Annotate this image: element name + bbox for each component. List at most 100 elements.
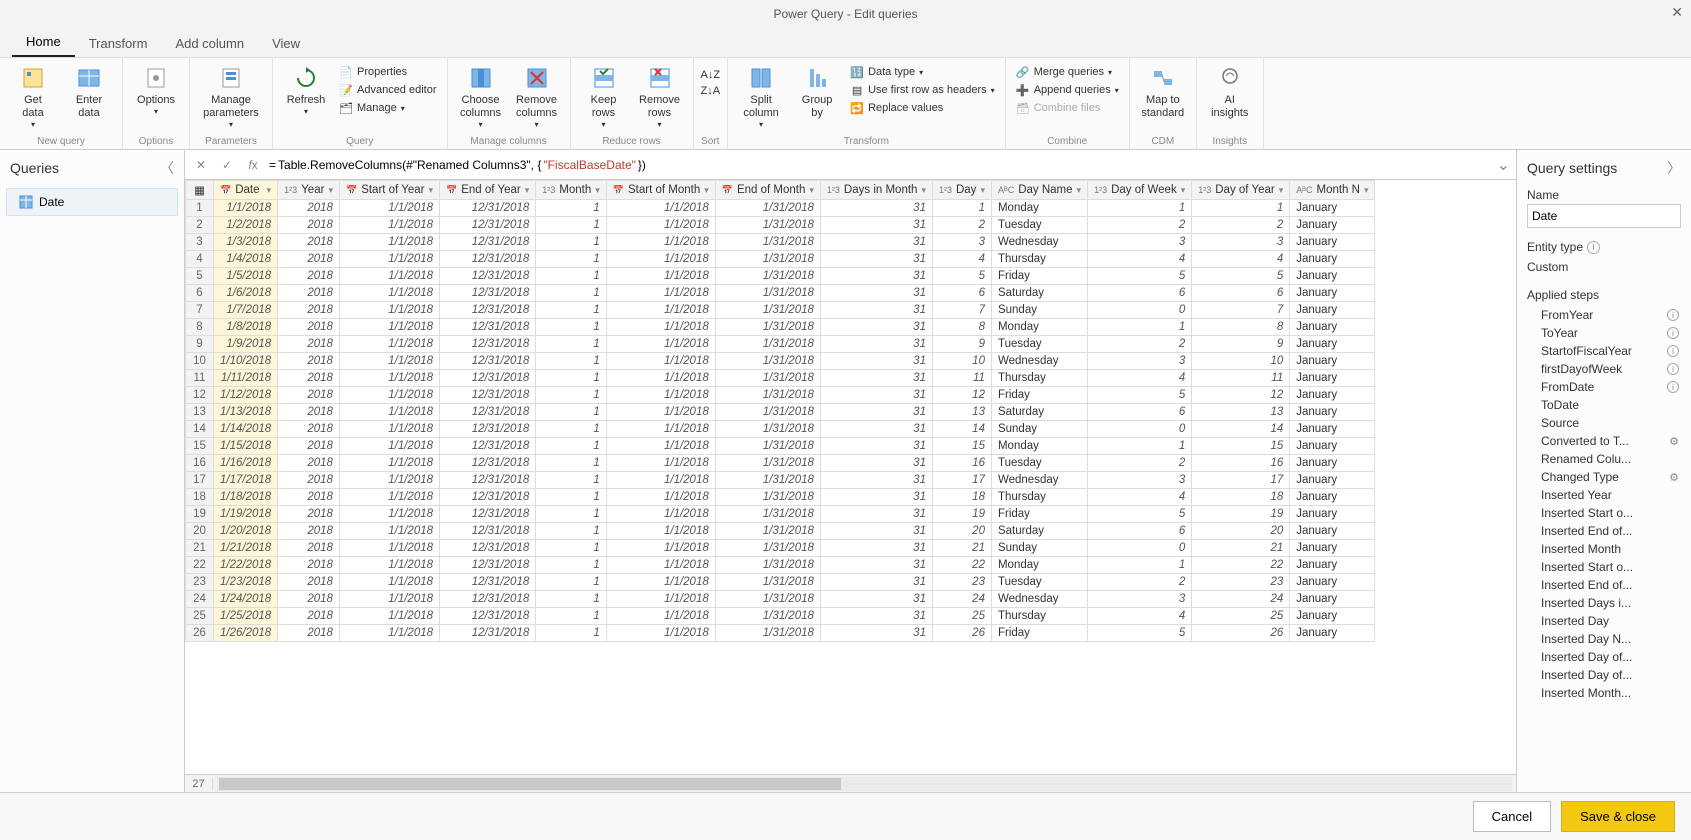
cell[interactable]: 1/31/2018 — [715, 268, 820, 285]
cell[interactable]: 1 — [536, 625, 607, 642]
cell[interactable]: 1/17/2018 — [214, 472, 278, 489]
cell[interactable]: 12/31/2018 — [440, 591, 536, 608]
cell[interactable]: 31 — [820, 557, 932, 574]
cell[interactable]: 23 — [1192, 574, 1290, 591]
data-type-button[interactable]: 🔢Data type ▾ — [846, 64, 999, 80]
cell[interactable]: 2018 — [278, 523, 340, 540]
applied-step[interactable]: firstDayofWeeki — [1527, 360, 1681, 378]
tab-view[interactable]: View — [258, 30, 314, 57]
cell[interactable]: Monday — [991, 319, 1087, 336]
fx-icon[interactable]: fx — [243, 158, 263, 172]
cell[interactable]: 12/31/2018 — [440, 625, 536, 642]
query-name-input[interactable] — [1527, 204, 1681, 228]
row-number[interactable]: 19 — [186, 506, 214, 523]
applied-step[interactable]: Inserted Day N... — [1527, 630, 1681, 648]
cell[interactable]: January — [1290, 574, 1375, 591]
cell[interactable]: 1/5/2018 — [214, 268, 278, 285]
cell[interactable]: 1/1/2018 — [606, 523, 715, 540]
cell[interactable]: 4 — [1088, 608, 1192, 625]
cell[interactable]: 1/1/2018 — [606, 302, 715, 319]
cell[interactable]: Friday — [991, 625, 1087, 642]
cell[interactable]: 2 — [1088, 336, 1192, 353]
cell[interactable]: 1/24/2018 — [214, 591, 278, 608]
cell[interactable]: 11 — [1192, 370, 1290, 387]
expand-settings-icon[interactable]: 〉 — [1667, 158, 1681, 178]
cell[interactable]: 2018 — [278, 251, 340, 268]
cell[interactable]: 31 — [820, 540, 932, 557]
filter-icon[interactable]: ▾ — [428, 185, 433, 196]
row-number[interactable]: 11 — [186, 370, 214, 387]
replace-values-button[interactable]: 🔁Replace values — [846, 100, 999, 116]
cell[interactable]: 31 — [820, 574, 932, 591]
cell[interactable]: January — [1290, 489, 1375, 506]
cell[interactable]: 9 — [1192, 336, 1290, 353]
cell[interactable]: 1/3/2018 — [214, 234, 278, 251]
gear-icon[interactable]: ⚙ — [1669, 435, 1679, 448]
row-number[interactable]: 15 — [186, 438, 214, 455]
cell[interactable]: 8 — [932, 319, 991, 336]
row-number[interactable]: 4 — [186, 251, 214, 268]
cell[interactable]: 31 — [820, 404, 932, 421]
cell[interactable]: 1 — [536, 251, 607, 268]
cell[interactable]: 1/1/2018 — [606, 200, 715, 217]
filter-icon[interactable]: ▾ — [1181, 185, 1186, 196]
cell[interactable]: 12/31/2018 — [440, 506, 536, 523]
cell[interactable]: 16 — [1192, 455, 1290, 472]
cell[interactable]: 1/1/2018 — [339, 200, 439, 217]
cell[interactable]: 1 — [536, 523, 607, 540]
cell[interactable]: 2018 — [278, 353, 340, 370]
applied-step[interactable]: Inserted Day — [1527, 612, 1681, 630]
cell[interactable]: Wednesday — [991, 591, 1087, 608]
cell[interactable]: 31 — [820, 200, 932, 217]
applied-step[interactable]: Source — [1527, 414, 1681, 432]
cell[interactable]: 1/1/2018 — [606, 353, 715, 370]
remove-rows-button[interactable]: Remove rows▾ — [633, 60, 687, 134]
cell[interactable]: 1/31/2018 — [715, 217, 820, 234]
manage-button[interactable]: 🗂Manage ▾ — [335, 100, 441, 116]
cell[interactable]: January — [1290, 387, 1375, 404]
column-header[interactable]: 📅Date▾ — [214, 181, 278, 200]
cell[interactable]: January — [1290, 455, 1375, 472]
applied-step[interactable]: Inserted Month... — [1527, 684, 1681, 702]
cell[interactable]: 1/1/2018 — [606, 387, 715, 404]
select-all-corner[interactable]: ▦ — [186, 181, 214, 200]
cell[interactable]: 1/23/2018 — [214, 574, 278, 591]
cell[interactable]: Saturday — [991, 523, 1087, 540]
applied-step[interactable]: Converted to T...⚙ — [1527, 432, 1681, 450]
cell[interactable]: 31 — [820, 251, 932, 268]
cell[interactable]: 1 — [932, 200, 991, 217]
applied-step[interactable]: Inserted Day of... — [1527, 666, 1681, 684]
cell[interactable]: 4 — [1088, 370, 1192, 387]
cell[interactable]: 31 — [820, 285, 932, 302]
scrollbar-thumb[interactable] — [219, 778, 841, 790]
column-header[interactable]: 1²3Days in Month▾ — [820, 181, 932, 200]
row-number[interactable]: 14 — [186, 421, 214, 438]
cell[interactable]: January — [1290, 557, 1375, 574]
cell[interactable]: 1/1/2018 — [339, 404, 439, 421]
cell[interactable]: 1 — [1088, 319, 1192, 336]
cell[interactable]: 31 — [820, 489, 932, 506]
cell[interactable]: 21 — [932, 540, 991, 557]
column-header[interactable]: 📅End of Month▾ — [715, 181, 820, 200]
cell[interactable]: 14 — [932, 421, 991, 438]
row-number[interactable]: 6 — [186, 285, 214, 302]
cell[interactable]: 3 — [1192, 234, 1290, 251]
cell[interactable]: Friday — [991, 506, 1087, 523]
cell[interactable]: 1/2/2018 — [214, 217, 278, 234]
cell[interactable]: 19 — [932, 506, 991, 523]
cell[interactable]: 13 — [932, 404, 991, 421]
applied-step[interactable]: ToYeari — [1527, 324, 1681, 342]
cell[interactable]: 19 — [1192, 506, 1290, 523]
cell[interactable]: 12/31/2018 — [440, 217, 536, 234]
cell[interactable]: 2018 — [278, 234, 340, 251]
cell[interactable]: 31 — [820, 472, 932, 489]
cell[interactable]: 2018 — [278, 421, 340, 438]
cell[interactable]: 4 — [932, 251, 991, 268]
cell[interactable]: 5 — [1088, 387, 1192, 404]
cell[interactable]: 1/10/2018 — [214, 353, 278, 370]
cell[interactable]: 31 — [820, 523, 932, 540]
cell[interactable]: 2018 — [278, 336, 340, 353]
cell[interactable]: 1/31/2018 — [715, 285, 820, 302]
cell[interactable]: 4 — [1088, 489, 1192, 506]
cell[interactable]: 1 — [536, 489, 607, 506]
